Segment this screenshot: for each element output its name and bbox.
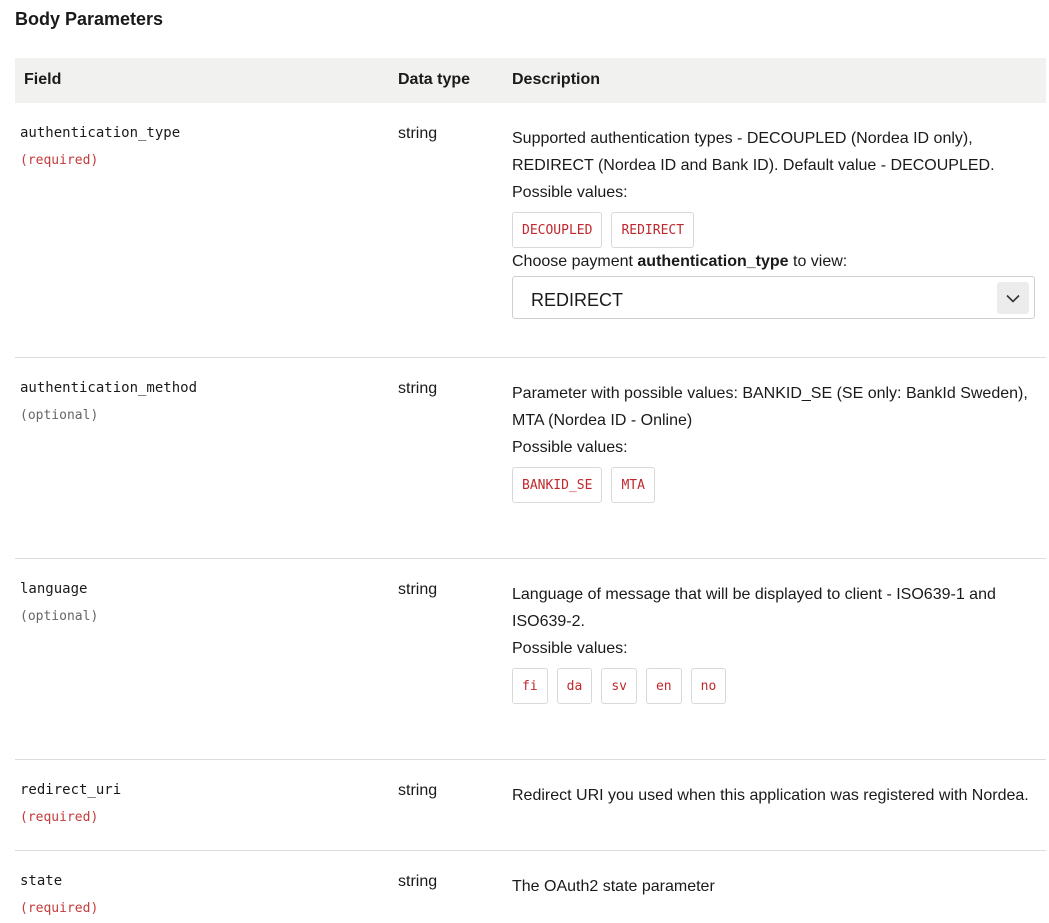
required-label: (required) xyxy=(20,810,99,825)
table-row: redirect_uri (required) string Redirect … xyxy=(15,760,1046,851)
data-type: string xyxy=(398,581,438,598)
value-chip: BANKID_SE xyxy=(512,467,603,503)
table-header: Field Data type Description xyxy=(15,58,1046,103)
choose-label-prefix: Choose payment xyxy=(512,253,638,270)
description-cell: Language of message that will be display… xyxy=(512,581,1042,704)
value-chip: DECOUPLED xyxy=(512,212,603,248)
select-toggle-button[interactable] xyxy=(997,282,1029,314)
description-text: Parameter with possible values: BANKID_S… xyxy=(512,385,1028,429)
possible-values-list: BANKID_SE MTA xyxy=(512,467,1042,503)
field-name: redirect_uri xyxy=(20,782,122,798)
choose-label: Choose payment authentication_type to vi… xyxy=(512,248,1042,275)
column-header-field: Field xyxy=(24,71,62,88)
possible-values-list: fi da sv en no xyxy=(512,668,1042,704)
column-header-data-type: Data type xyxy=(398,71,471,88)
description-text: Redirect URI you used when this applicat… xyxy=(512,787,1029,804)
data-type: string xyxy=(398,125,438,142)
description-text: Language of message that will be display… xyxy=(512,586,996,630)
table-row: authentication_type (required) string Su… xyxy=(15,103,1046,358)
authentication-type-select[interactable]: REDIRECT xyxy=(512,276,1035,319)
required-label: (required) xyxy=(20,901,99,916)
possible-values-label: Possible values: xyxy=(512,184,628,201)
description-text: Supported authentication types - DECOUPL… xyxy=(512,130,995,174)
data-type: string xyxy=(398,380,438,397)
table-row: state (required) string The OAuth2 state… xyxy=(15,851,1046,923)
optional-label: (optional) xyxy=(20,609,99,624)
possible-values-label: Possible values: xyxy=(512,640,628,657)
required-label: (required) xyxy=(20,153,99,168)
table-row: language (optional) string Language of m… xyxy=(15,559,1046,760)
chevron-down-icon xyxy=(1006,294,1020,303)
field-name: authentication_type xyxy=(20,125,181,141)
column-header-description: Description xyxy=(512,71,601,88)
possible-values-label: Possible values: xyxy=(512,439,628,456)
description-cell: Supported authentication types - DECOUPL… xyxy=(512,125,1042,319)
possible-values-list: DECOUPLED REDIRECT xyxy=(512,212,1042,248)
value-chip: fi xyxy=(512,668,548,704)
description-cell: The OAuth2 state parameter xyxy=(512,873,1042,900)
description-cell: Redirect URI you used when this applicat… xyxy=(512,782,1042,809)
choose-label-suffix: to view: xyxy=(788,253,848,270)
section-title: Body Parameters xyxy=(15,9,164,29)
value-chip: da xyxy=(556,668,593,704)
field-name: state xyxy=(20,873,63,889)
value-chip: MTA xyxy=(611,467,655,503)
value-chip: no xyxy=(690,668,727,704)
optional-label: (optional) xyxy=(20,408,99,423)
data-type: string xyxy=(398,782,438,799)
table-row: authentication_method (optional) string … xyxy=(15,358,1046,559)
description-cell: Parameter with possible values: BANKID_S… xyxy=(512,380,1042,503)
value-chip: sv xyxy=(601,668,637,704)
field-name: authentication_method xyxy=(20,380,198,396)
description-text: The OAuth2 state parameter xyxy=(512,878,715,895)
field-name: language xyxy=(20,581,88,597)
value-chip: en xyxy=(645,668,682,704)
choose-label-field: authentication_type xyxy=(637,253,789,270)
value-chip: REDIRECT xyxy=(611,212,695,248)
select-value: REDIRECT xyxy=(531,290,624,310)
data-type: string xyxy=(398,873,438,890)
